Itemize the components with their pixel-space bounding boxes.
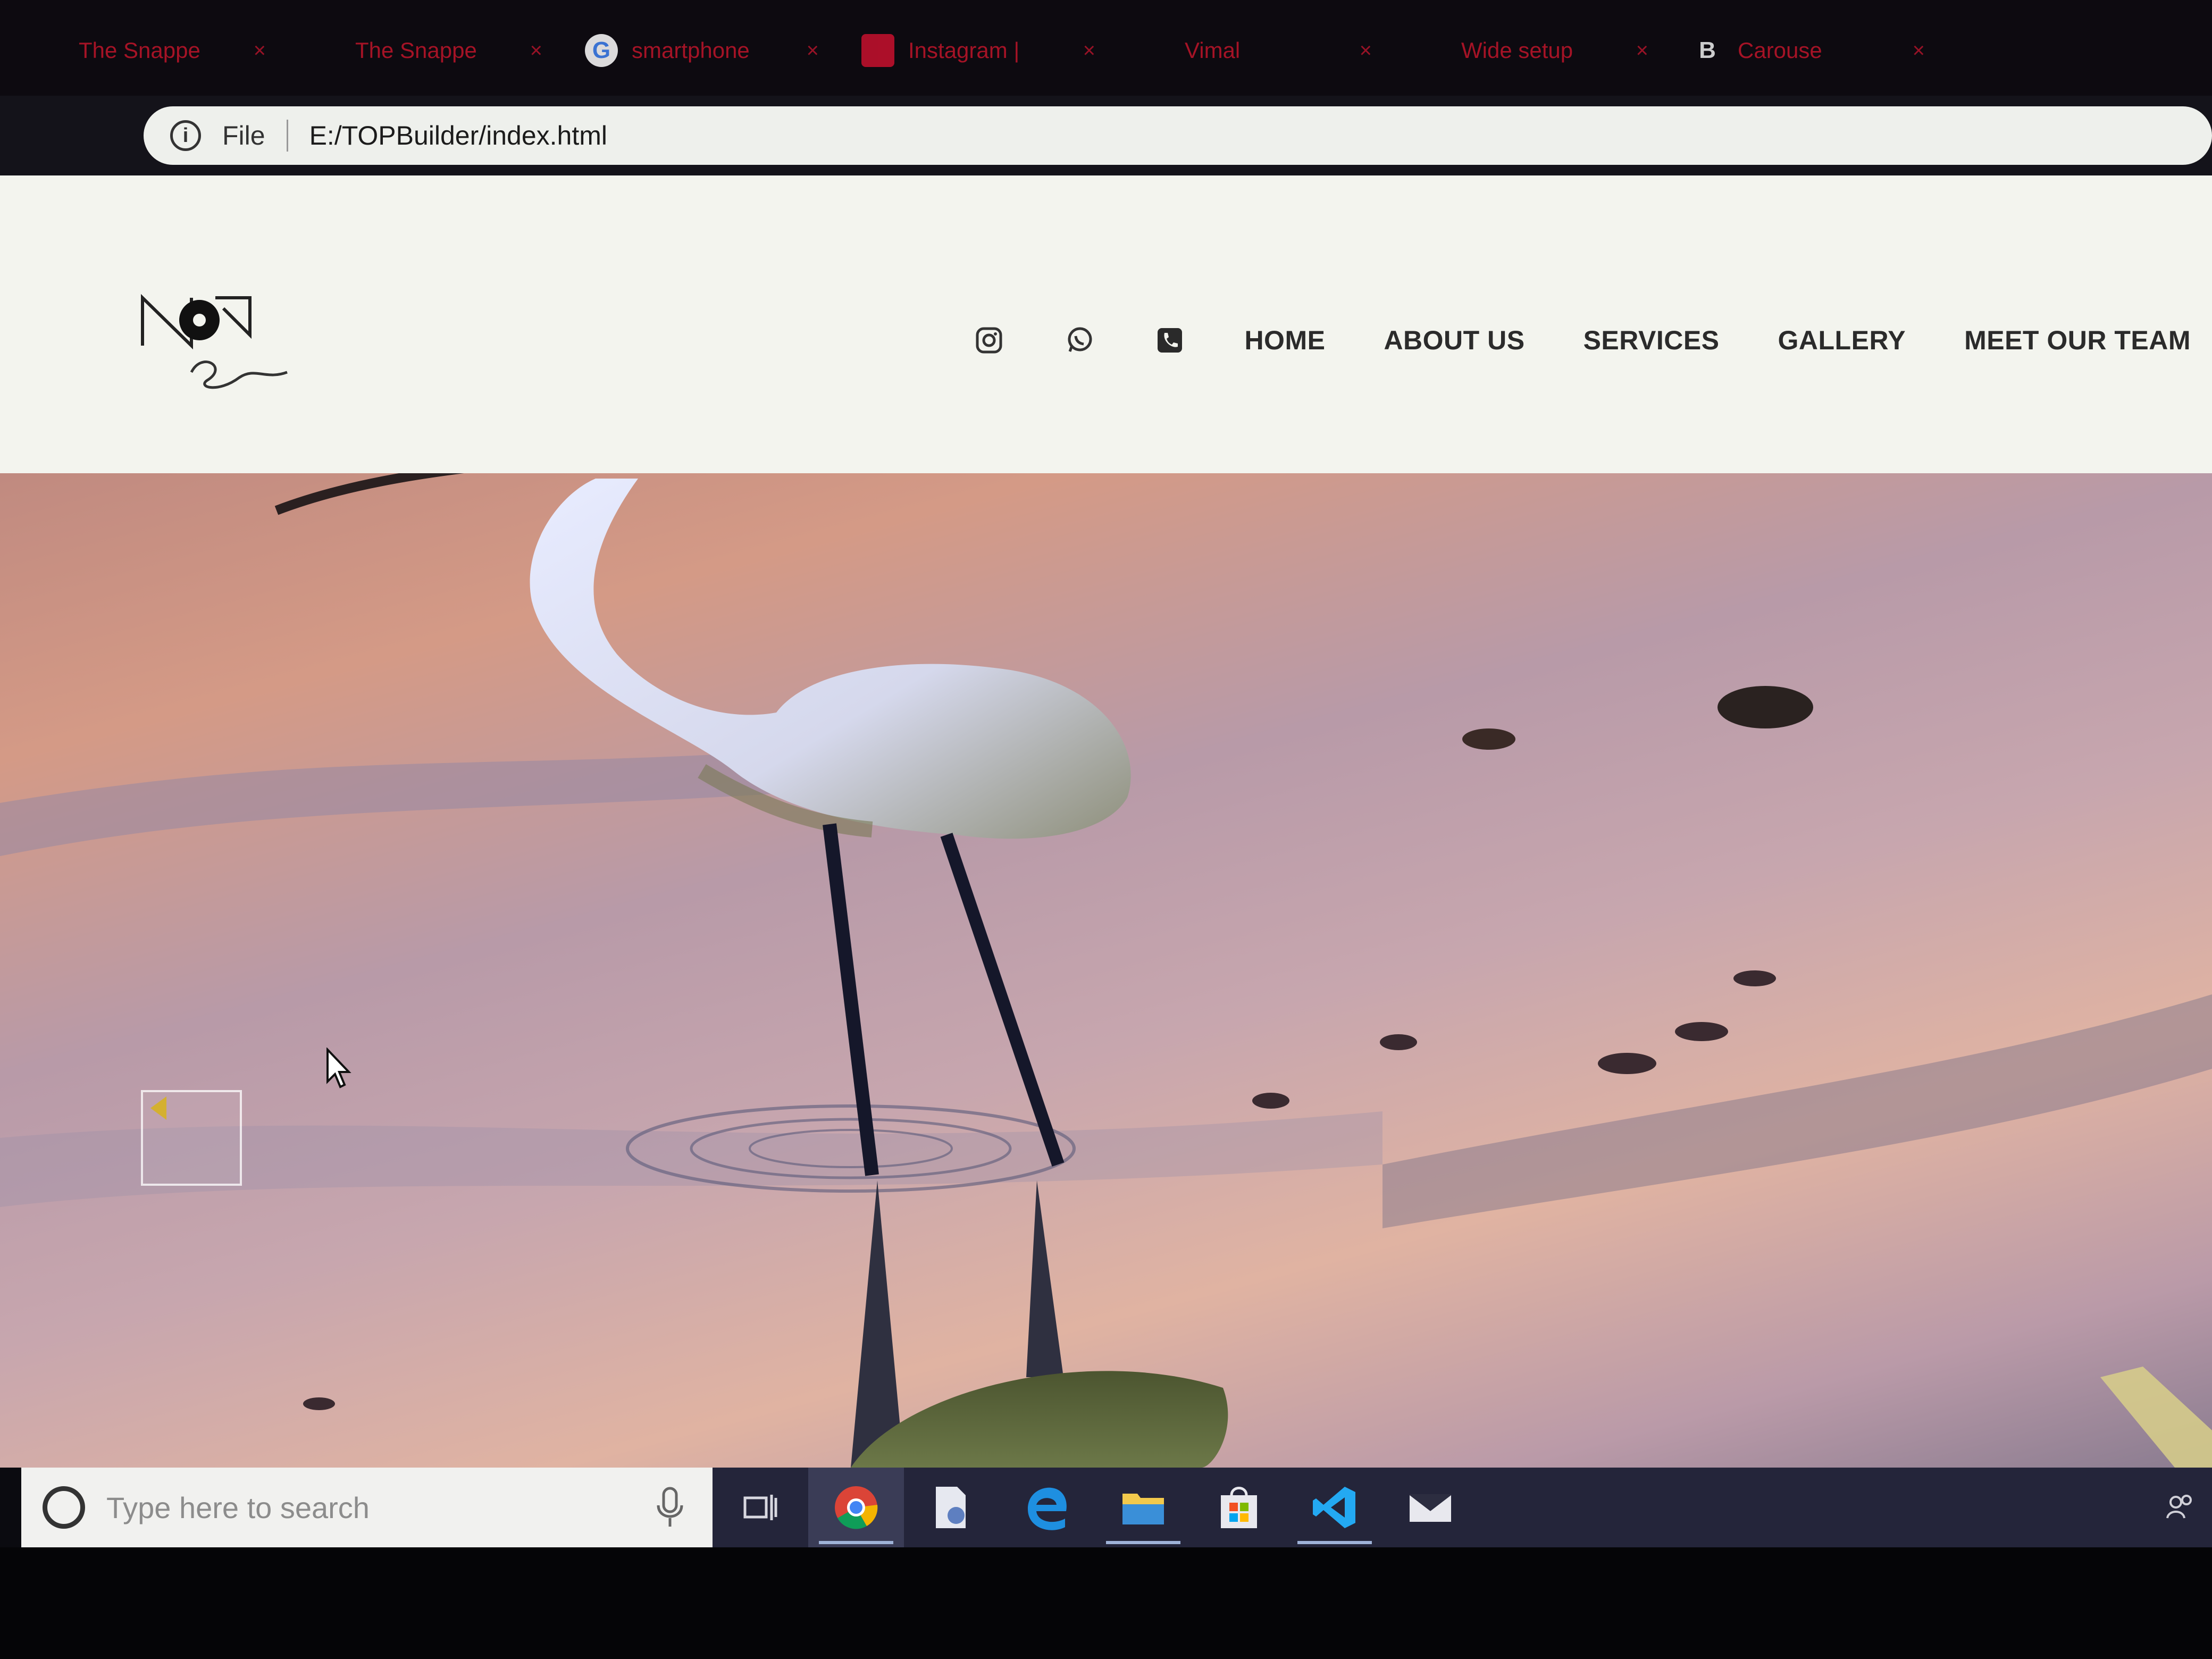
browser-tab[interactable]: Vimal × bbox=[1117, 11, 1393, 90]
file-share-icon[interactable] bbox=[904, 1468, 1000, 1547]
browser-tab[interactable]: G smartphone × bbox=[564, 11, 840, 90]
close-icon[interactable]: × bbox=[807, 39, 819, 63]
web-page: HOME ABOUT US SERVICES GALLERY MEET OUR … bbox=[0, 175, 2212, 1468]
scheme-label: File bbox=[222, 121, 265, 150]
close-icon[interactable]: × bbox=[1083, 39, 1095, 63]
nav-about-us[interactable]: ABOUT US bbox=[1384, 325, 1524, 356]
chrome-icon[interactable] bbox=[808, 1468, 904, 1547]
search-placeholder[interactable]: Type here to search bbox=[106, 1490, 633, 1525]
close-icon[interactable]: × bbox=[1360, 39, 1372, 63]
nav-meet-our-team[interactable]: MEET OUR TEAM bbox=[1964, 325, 2191, 356]
info-icon[interactable]: i bbox=[170, 120, 201, 151]
logo-mark-icon bbox=[141, 294, 288, 389]
address-bar[interactable]: i File E:/TOPBuilder/index.html bbox=[144, 106, 2212, 165]
site-header: HOME ABOUT US SERVICES GALLERY MEET OUR … bbox=[0, 175, 2212, 473]
edge-icon[interactable] bbox=[1000, 1468, 1095, 1547]
dot-icon bbox=[1138, 34, 1171, 67]
close-icon[interactable]: × bbox=[1913, 39, 1925, 63]
hero-carousel bbox=[0, 473, 2212, 1468]
browser-tab[interactable]: The Snappe × bbox=[287, 11, 564, 90]
mouse-cursor-icon bbox=[326, 1048, 351, 1088]
phone-icon[interactable] bbox=[1154, 324, 1186, 356]
browser-tab[interactable]: Wide setup × bbox=[1393, 11, 1670, 90]
url-text[interactable]: E:/TOPBuilder/index.html bbox=[309, 120, 607, 151]
dot-icon bbox=[32, 34, 65, 67]
arrow-left-icon bbox=[150, 1096, 166, 1120]
instagram-icon bbox=[861, 34, 894, 67]
close-icon[interactable]: × bbox=[1636, 39, 1648, 63]
browser-tab[interactable]: B Carouse × bbox=[1670, 11, 1946, 90]
close-icon[interactable]: × bbox=[254, 39, 266, 63]
site-logo[interactable] bbox=[138, 287, 298, 409]
windows-taskbar: Type here to search bbox=[21, 1468, 2212, 1547]
main-nav: HOME ABOUT US SERVICES GALLERY MEET OUR … bbox=[973, 308, 2191, 372]
tab-title: smartphone bbox=[632, 38, 750, 63]
close-icon[interactable]: × bbox=[530, 39, 542, 63]
tab-title: Wide setup bbox=[1461, 38, 1573, 63]
tab-title: Instagram | bbox=[908, 38, 1020, 63]
nav-home[interactable]: HOME bbox=[1244, 325, 1325, 356]
google-icon: G bbox=[585, 34, 618, 67]
tab-title: Carouse bbox=[1738, 38, 1822, 63]
browser-tab[interactable]: Instagram | × bbox=[840, 11, 1117, 90]
browser-tab-strip: The Snappe × The Snappe × G smartphone ×… bbox=[0, 0, 2212, 101]
nav-services[interactable]: SERVICES bbox=[1583, 325, 1720, 356]
browser-toolbar: i File E:/TOPBuilder/index.html bbox=[0, 96, 2212, 175]
screen-bezel bbox=[0, 1547, 2212, 1659]
tab-title: Vimal bbox=[1185, 38, 1241, 63]
hero-image bbox=[0, 473, 2212, 1468]
screen: The Snappe × The Snappe × G smartphone ×… bbox=[0, 0, 2212, 1659]
nav-gallery[interactable]: GALLERY bbox=[1778, 325, 1906, 356]
dot-icon bbox=[1414, 34, 1447, 67]
people-icon[interactable] bbox=[2148, 1468, 2212, 1547]
dot-icon bbox=[308, 34, 341, 67]
instagram-icon[interactable] bbox=[973, 324, 1005, 356]
bootstrap-icon: B bbox=[1699, 37, 1716, 63]
tab-title: The Snappe bbox=[355, 38, 477, 63]
task-view-icon[interactable] bbox=[713, 1468, 808, 1547]
file-explorer-icon[interactable] bbox=[1095, 1468, 1191, 1547]
vscode-icon[interactable] bbox=[1287, 1468, 1382, 1547]
taskbar-search-box[interactable]: Type here to search bbox=[21, 1468, 713, 1547]
whatsapp-icon[interactable] bbox=[1063, 324, 1095, 356]
tab-title: The Snappe bbox=[79, 38, 200, 63]
carousel-prev-button[interactable] bbox=[141, 1090, 242, 1186]
mail-icon[interactable] bbox=[1382, 1468, 1478, 1547]
cortana-icon bbox=[43, 1486, 85, 1529]
microphone-icon[interactable] bbox=[654, 1486, 686, 1529]
browser-tab[interactable]: The Snappe × bbox=[11, 11, 287, 90]
address-separator bbox=[286, 120, 288, 152]
store-icon[interactable] bbox=[1191, 1468, 1287, 1547]
